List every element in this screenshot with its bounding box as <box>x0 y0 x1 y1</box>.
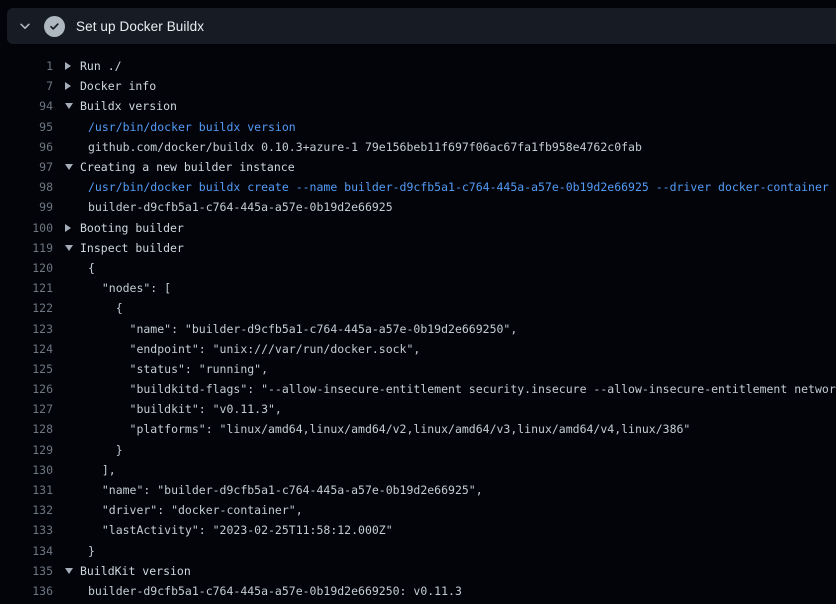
log-line: 128 "platforms": "linux/amd64,linux/amd6… <box>0 419 836 439</box>
line-number[interactable]: 135 <box>0 564 53 578</box>
line-number[interactable]: 130 <box>0 463 53 477</box>
log-line: 136 builder-d9cfb5a1-c764-445a-a57e-0b19d… <box>0 581 836 601</box>
line-number[interactable]: 129 <box>0 443 53 457</box>
line-number[interactable]: 100 <box>0 221 53 235</box>
log-line: 122 { <box>0 298 836 318</box>
group-title: Creating a new builder instance <box>80 160 295 174</box>
expand-triangle-icon <box>65 82 80 90</box>
chevron-down-icon <box>18 19 32 33</box>
log-text: "endpoint": "unix:///var/run/docker.sock… <box>88 342 420 356</box>
log-text: github.com/docker/buildx 0.10.3+azure-1 … <box>88 140 642 154</box>
expand-triangle-icon <box>65 224 80 232</box>
line-number[interactable]: 134 <box>0 544 53 558</box>
log-line: 123 "name": "builder-d9cfb5a1-c764-445a-… <box>0 318 836 338</box>
line-number[interactable]: 121 <box>0 281 53 295</box>
log-text: } <box>88 544 95 558</box>
line-number[interactable]: 125 <box>0 362 53 376</box>
log-line: 133 "lastActivity": "2023-02-25T11:58:12… <box>0 520 836 540</box>
log-line: 134} <box>0 541 836 561</box>
log-group-line[interactable]: 7 Docker info <box>0 76 836 96</box>
line-number[interactable]: 94 <box>0 99 53 113</box>
line-number[interactable]: 124 <box>0 342 53 356</box>
step-header[interactable]: Set up Docker Buildx <box>7 8 836 44</box>
log-text: builder-d9cfb5a1-c764-445a-a57e-0b19d2e6… <box>88 584 462 598</box>
log-text: "buildkit": "v0.11.3", <box>88 402 282 416</box>
collapse-triangle-icon <box>65 568 80 574</box>
line-number[interactable]: 119 <box>0 241 53 255</box>
line-number[interactable]: 99 <box>0 200 53 214</box>
log-output: 1 Run ./ 7 Docker info 94 Buildx version 95/us… <box>0 44 836 601</box>
log-text: "name": "builder-d9cfb5a1-c764-445a-a57e… <box>88 483 483 497</box>
log-text: "name": "builder-d9cfb5a1-c764-445a-a57e… <box>88 322 517 336</box>
line-number[interactable]: 97 <box>0 160 53 174</box>
log-text: "status": "running", <box>88 362 268 376</box>
log-text: { <box>88 301 123 315</box>
log-text: "driver": "docker-container", <box>88 503 303 517</box>
check-circle-icon <box>44 16 65 37</box>
log-line: 132 "driver": "docker-container", <box>0 500 836 520</box>
line-number[interactable]: 133 <box>0 523 53 537</box>
log-group-line[interactable]: 100 Booting builder <box>0 218 836 238</box>
group-title: Run ./ <box>80 59 122 73</box>
log-line: 130 ], <box>0 460 836 480</box>
log-text: /usr/bin/docker buildx create --name bui… <box>88 180 829 194</box>
collapse-triangle-icon <box>65 245 80 251</box>
log-text: "buildkitd-flags": "--allow-insecure-ent… <box>88 382 836 396</box>
line-number[interactable]: 95 <box>0 120 53 134</box>
line-number[interactable]: 128 <box>0 422 53 436</box>
group-title: Docker info <box>80 79 156 93</box>
line-number[interactable]: 7 <box>0 79 53 93</box>
line-number[interactable]: 1 <box>0 59 53 73</box>
group-title: Buildx version <box>80 99 177 113</box>
log-line: 131 "name": "builder-d9cfb5a1-c764-445a-… <box>0 480 836 500</box>
line-number[interactable]: 126 <box>0 382 53 396</box>
log-line: 96 github.com/docker/buildx 0.10.3+azure-… <box>0 137 836 157</box>
log-line: 127 "buildkit": "v0.11.3", <box>0 399 836 419</box>
log-line: 124 "endpoint": "unix:///var/run/docker.… <box>0 339 836 359</box>
log-group-line[interactable]: 1 Run ./ <box>0 56 836 76</box>
group-title: BuildKit version <box>80 564 191 578</box>
log-line: 129 } <box>0 440 836 460</box>
expand-triangle-icon <box>65 62 80 70</box>
log-line: 125 "status": "running", <box>0 359 836 379</box>
log-line: 126 "buildkitd-flags": "--allow-insecure… <box>0 379 836 399</box>
log-text: "platforms": "linux/amd64,linux/amd64/v2… <box>88 422 690 436</box>
log-group-line[interactable]: 94 Buildx version <box>0 96 836 116</box>
log-group-line[interactable]: 97 Creating a new builder instance <box>0 157 836 177</box>
line-number[interactable]: 98 <box>0 180 53 194</box>
line-number[interactable]: 123 <box>0 322 53 336</box>
log-text: /usr/bin/docker buildx version <box>88 120 296 134</box>
log-line: 99 builder-d9cfb5a1-c764-445a-a57e-0b19d2… <box>0 197 836 217</box>
log-text: ], <box>88 463 116 477</box>
line-number[interactable]: 136 <box>0 584 53 598</box>
line-number[interactable]: 132 <box>0 503 53 517</box>
line-number[interactable]: 127 <box>0 402 53 416</box>
log-text: "nodes": [ <box>88 281 171 295</box>
collapse-triangle-icon <box>65 164 80 170</box>
line-number[interactable]: 131 <box>0 483 53 497</box>
line-number[interactable]: 96 <box>0 140 53 154</box>
log-line: 120 { <box>0 258 836 278</box>
log-text: "lastActivity": "2023-02-25T11:58:12.000… <box>88 523 393 537</box>
group-title: Booting builder <box>80 221 184 235</box>
collapse-triangle-icon <box>65 103 80 109</box>
log-line: 95/usr/bin/docker buildx version <box>0 117 836 137</box>
log-line: 98/usr/bin/docker buildx create --name b… <box>0 177 836 197</box>
log-line: 121 "nodes": [ <box>0 278 836 298</box>
log-group-line[interactable]: 135 BuildKit version <box>0 561 836 581</box>
line-number[interactable]: 122 <box>0 301 53 315</box>
group-title: Inspect builder <box>80 241 184 255</box>
log-text: { <box>88 261 95 275</box>
step-title: Set up Docker Buildx <box>76 19 204 34</box>
line-number[interactable]: 120 <box>0 261 53 275</box>
log-group-line[interactable]: 119 Inspect builder <box>0 238 836 258</box>
log-text: } <box>88 443 123 457</box>
log-text: builder-d9cfb5a1-c764-445a-a57e-0b19d2e6… <box>88 200 393 214</box>
